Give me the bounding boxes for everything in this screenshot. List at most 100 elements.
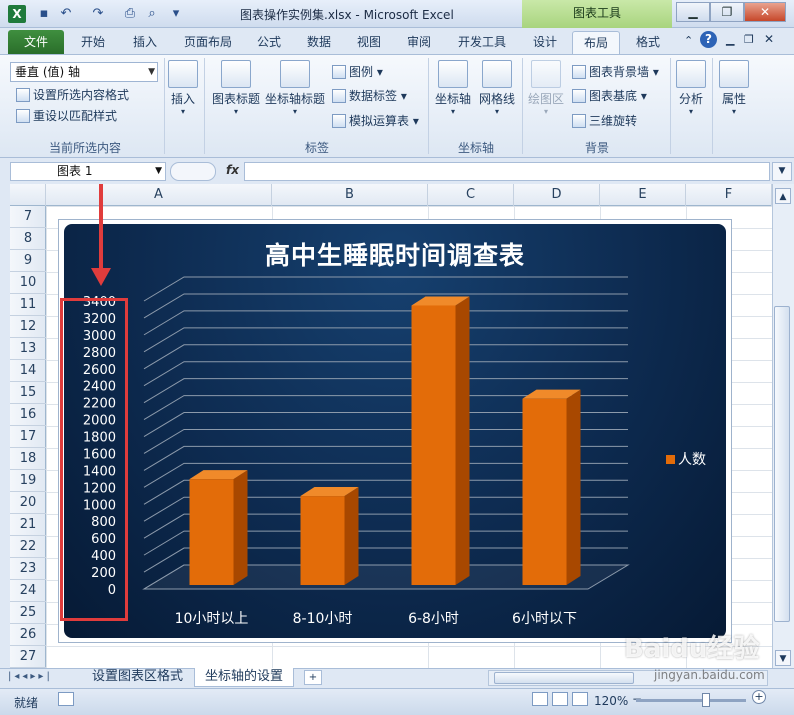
macro-record-icon[interactable] xyxy=(58,692,74,706)
select-all-corner[interactable] xyxy=(10,184,46,206)
3d-rotation-button[interactable]: 三维旋转 xyxy=(572,112,637,130)
customize-qat-icon[interactable]: ▾ xyxy=(168,6,184,22)
sheet-tab-chart-area-format[interactable]: 设置图表区格式 xyxy=(82,668,193,687)
row-header-16[interactable]: 16 xyxy=(10,404,46,426)
chart-legend[interactable]: 人数 xyxy=(666,449,706,469)
legend-button[interactable]: 图例 ▾ xyxy=(332,63,383,81)
zoom-level[interactable]: 120% xyxy=(594,694,628,708)
save-icon[interactable]: ▪ xyxy=(36,6,52,22)
vertical-scroll-thumb[interactable] xyxy=(774,306,790,622)
row-header-26[interactable]: 26 xyxy=(10,624,46,646)
ws-restore-icon[interactable]: ❐ xyxy=(744,33,754,46)
tab-formulas[interactable]: 公式 xyxy=(248,31,290,54)
axis-title-button[interactable]: 坐标轴标题 ▾ xyxy=(264,60,326,116)
redo-icon[interactable]: ↷ xyxy=(90,6,106,22)
data-table-button[interactable]: 模拟运算表 ▾ xyxy=(332,112,419,130)
row-header-10[interactable]: 10 xyxy=(10,272,46,294)
chart-title[interactable]: 高中生睡眠时间调查表 xyxy=(64,236,726,272)
row-header-22[interactable]: 22 xyxy=(10,536,46,558)
minimize-button[interactable]: ▁ xyxy=(676,2,710,22)
chart-wall-button[interactable]: 图表背景墙 ▾ xyxy=(572,63,659,81)
row-header-20[interactable]: 20 xyxy=(10,492,46,514)
ws-close-icon[interactable]: ✕ xyxy=(764,32,774,46)
row-header-21[interactable]: 21 xyxy=(10,514,46,536)
page-break-view-icon[interactable] xyxy=(572,692,588,706)
row-header-25[interactable]: 25 xyxy=(10,602,46,624)
tab-page-layout[interactable]: 页面布局 xyxy=(176,31,240,54)
collapse-ribbon-icon[interactable]: ⌃ xyxy=(684,34,693,47)
column-header-c[interactable]: C xyxy=(428,184,514,206)
name-box[interactable]: 图表 1 ▼ xyxy=(10,162,166,181)
help-icon[interactable]: ? xyxy=(700,31,717,48)
horizontal-scroll-thumb[interactable] xyxy=(494,672,634,684)
tab-data[interactable]: 数据 xyxy=(298,31,340,54)
formula-input[interactable] xyxy=(244,162,770,181)
tab-developer[interactable]: 开发工具 xyxy=(450,31,514,54)
gridlines-button[interactable]: 网格线 ▾ xyxy=(476,60,518,116)
tab-insert[interactable]: 插入 xyxy=(124,31,166,54)
restore-button[interactable]: ❐ xyxy=(710,2,744,22)
tab-view[interactable]: 视图 xyxy=(348,31,390,54)
column-header-e[interactable]: E xyxy=(600,184,686,206)
chart-title-button[interactable]: 图表标题 ▾ xyxy=(210,60,262,116)
row-header-14[interactable]: 14 xyxy=(10,360,46,382)
reset-style-button[interactable]: 重设以匹配样式 xyxy=(16,107,117,125)
expand-formula-bar-icon[interactable]: ▼ xyxy=(772,162,792,181)
column-header-f[interactable]: F xyxy=(686,184,772,206)
row-header-18[interactable]: 18 xyxy=(10,448,46,470)
x-tick-label: 10小时以上 xyxy=(175,611,249,627)
row-header-8[interactable]: 8 xyxy=(10,228,46,250)
column-header-a[interactable]: A xyxy=(46,184,272,206)
data-labels-button[interactable]: 数据标签 ▾ xyxy=(332,87,407,105)
tab-design[interactable]: 设计 xyxy=(524,31,566,54)
excel-app-icon[interactable]: X xyxy=(8,5,26,23)
row-header-11[interactable]: 11 xyxy=(10,294,46,316)
format-selection-icon xyxy=(16,88,30,102)
close-button[interactable]: ✕ xyxy=(744,2,786,22)
zoom-slider-track[interactable] xyxy=(636,699,746,702)
ws-minimize-icon[interactable]: ▁ xyxy=(726,33,734,46)
row-header-27[interactable]: 27 xyxy=(10,646,46,668)
insert-button[interactable]: 插入 ▾ xyxy=(168,60,198,116)
scroll-down-icon[interactable]: ▼ xyxy=(775,650,791,666)
plot-area-button[interactable]: 绘图区 ▾ xyxy=(526,60,566,116)
row-header-9[interactable]: 9 xyxy=(10,250,46,272)
insert-sheet-icon[interactable]: + xyxy=(304,670,322,685)
sheet-tab-axis-settings[interactable]: 坐标轴的设置 xyxy=(194,668,295,687)
scroll-up-icon[interactable]: ▲ xyxy=(775,188,791,204)
format-selection-button[interactable]: 设置所选内容格式 xyxy=(16,86,129,104)
axes-button[interactable]: 坐标轴 ▾ xyxy=(432,60,474,116)
tab-format[interactable]: 格式 xyxy=(626,31,670,54)
row-header-15[interactable]: 15 xyxy=(10,382,46,404)
tab-layout[interactable]: 布局 xyxy=(572,31,620,54)
column-header-b[interactable]: B xyxy=(272,184,428,206)
row-header-24[interactable]: 24 xyxy=(10,580,46,602)
chart-plot-svg[interactable]: 3400320030002800260024002200200018001600… xyxy=(64,224,726,638)
chart-floor-button[interactable]: 图表基底 ▾ xyxy=(572,87,647,105)
formula-bar-resize-handle[interactable] xyxy=(170,162,216,181)
row-header-7[interactable]: 7 xyxy=(10,206,46,228)
page-layout-view-icon[interactable] xyxy=(552,692,568,706)
analysis-button[interactable]: 分析 ▾ xyxy=(674,60,708,116)
tab-file[interactable]: 文件 xyxy=(8,30,64,54)
tab-review[interactable]: 审阅 xyxy=(398,31,440,54)
row-header-12[interactable]: 12 xyxy=(10,316,46,338)
tab-home[interactable]: 开始 xyxy=(72,31,114,54)
chart-element-selector[interactable]: 垂直 (值) 轴 ▼ xyxy=(10,62,158,82)
print-icon[interactable]: ⎙ xyxy=(122,6,138,22)
undo-icon[interactable]: ↶ xyxy=(58,6,74,22)
print-preview-icon[interactable]: ⌕ xyxy=(144,6,160,22)
zoom-slider-thumb[interactable] xyxy=(702,693,710,707)
properties-button[interactable]: 属性 ▾ xyxy=(716,60,752,116)
row-header-19[interactable]: 19 xyxy=(10,470,46,492)
row-header-23[interactable]: 23 xyxy=(10,558,46,580)
row-header-17[interactable]: 17 xyxy=(10,426,46,448)
zoom-in-icon[interactable]: + xyxy=(752,690,766,704)
column-header-d[interactable]: D xyxy=(514,184,600,206)
normal-view-icon[interactable] xyxy=(532,692,548,706)
row-header-13[interactable]: 13 xyxy=(10,338,46,360)
sheet-navigation-arrows[interactable]: |◂◂▸▸| xyxy=(8,671,53,682)
chevron-down-icon: ▼ xyxy=(148,67,155,77)
group-separator xyxy=(204,58,205,154)
insert-function-icon[interactable]: fx xyxy=(226,163,239,177)
